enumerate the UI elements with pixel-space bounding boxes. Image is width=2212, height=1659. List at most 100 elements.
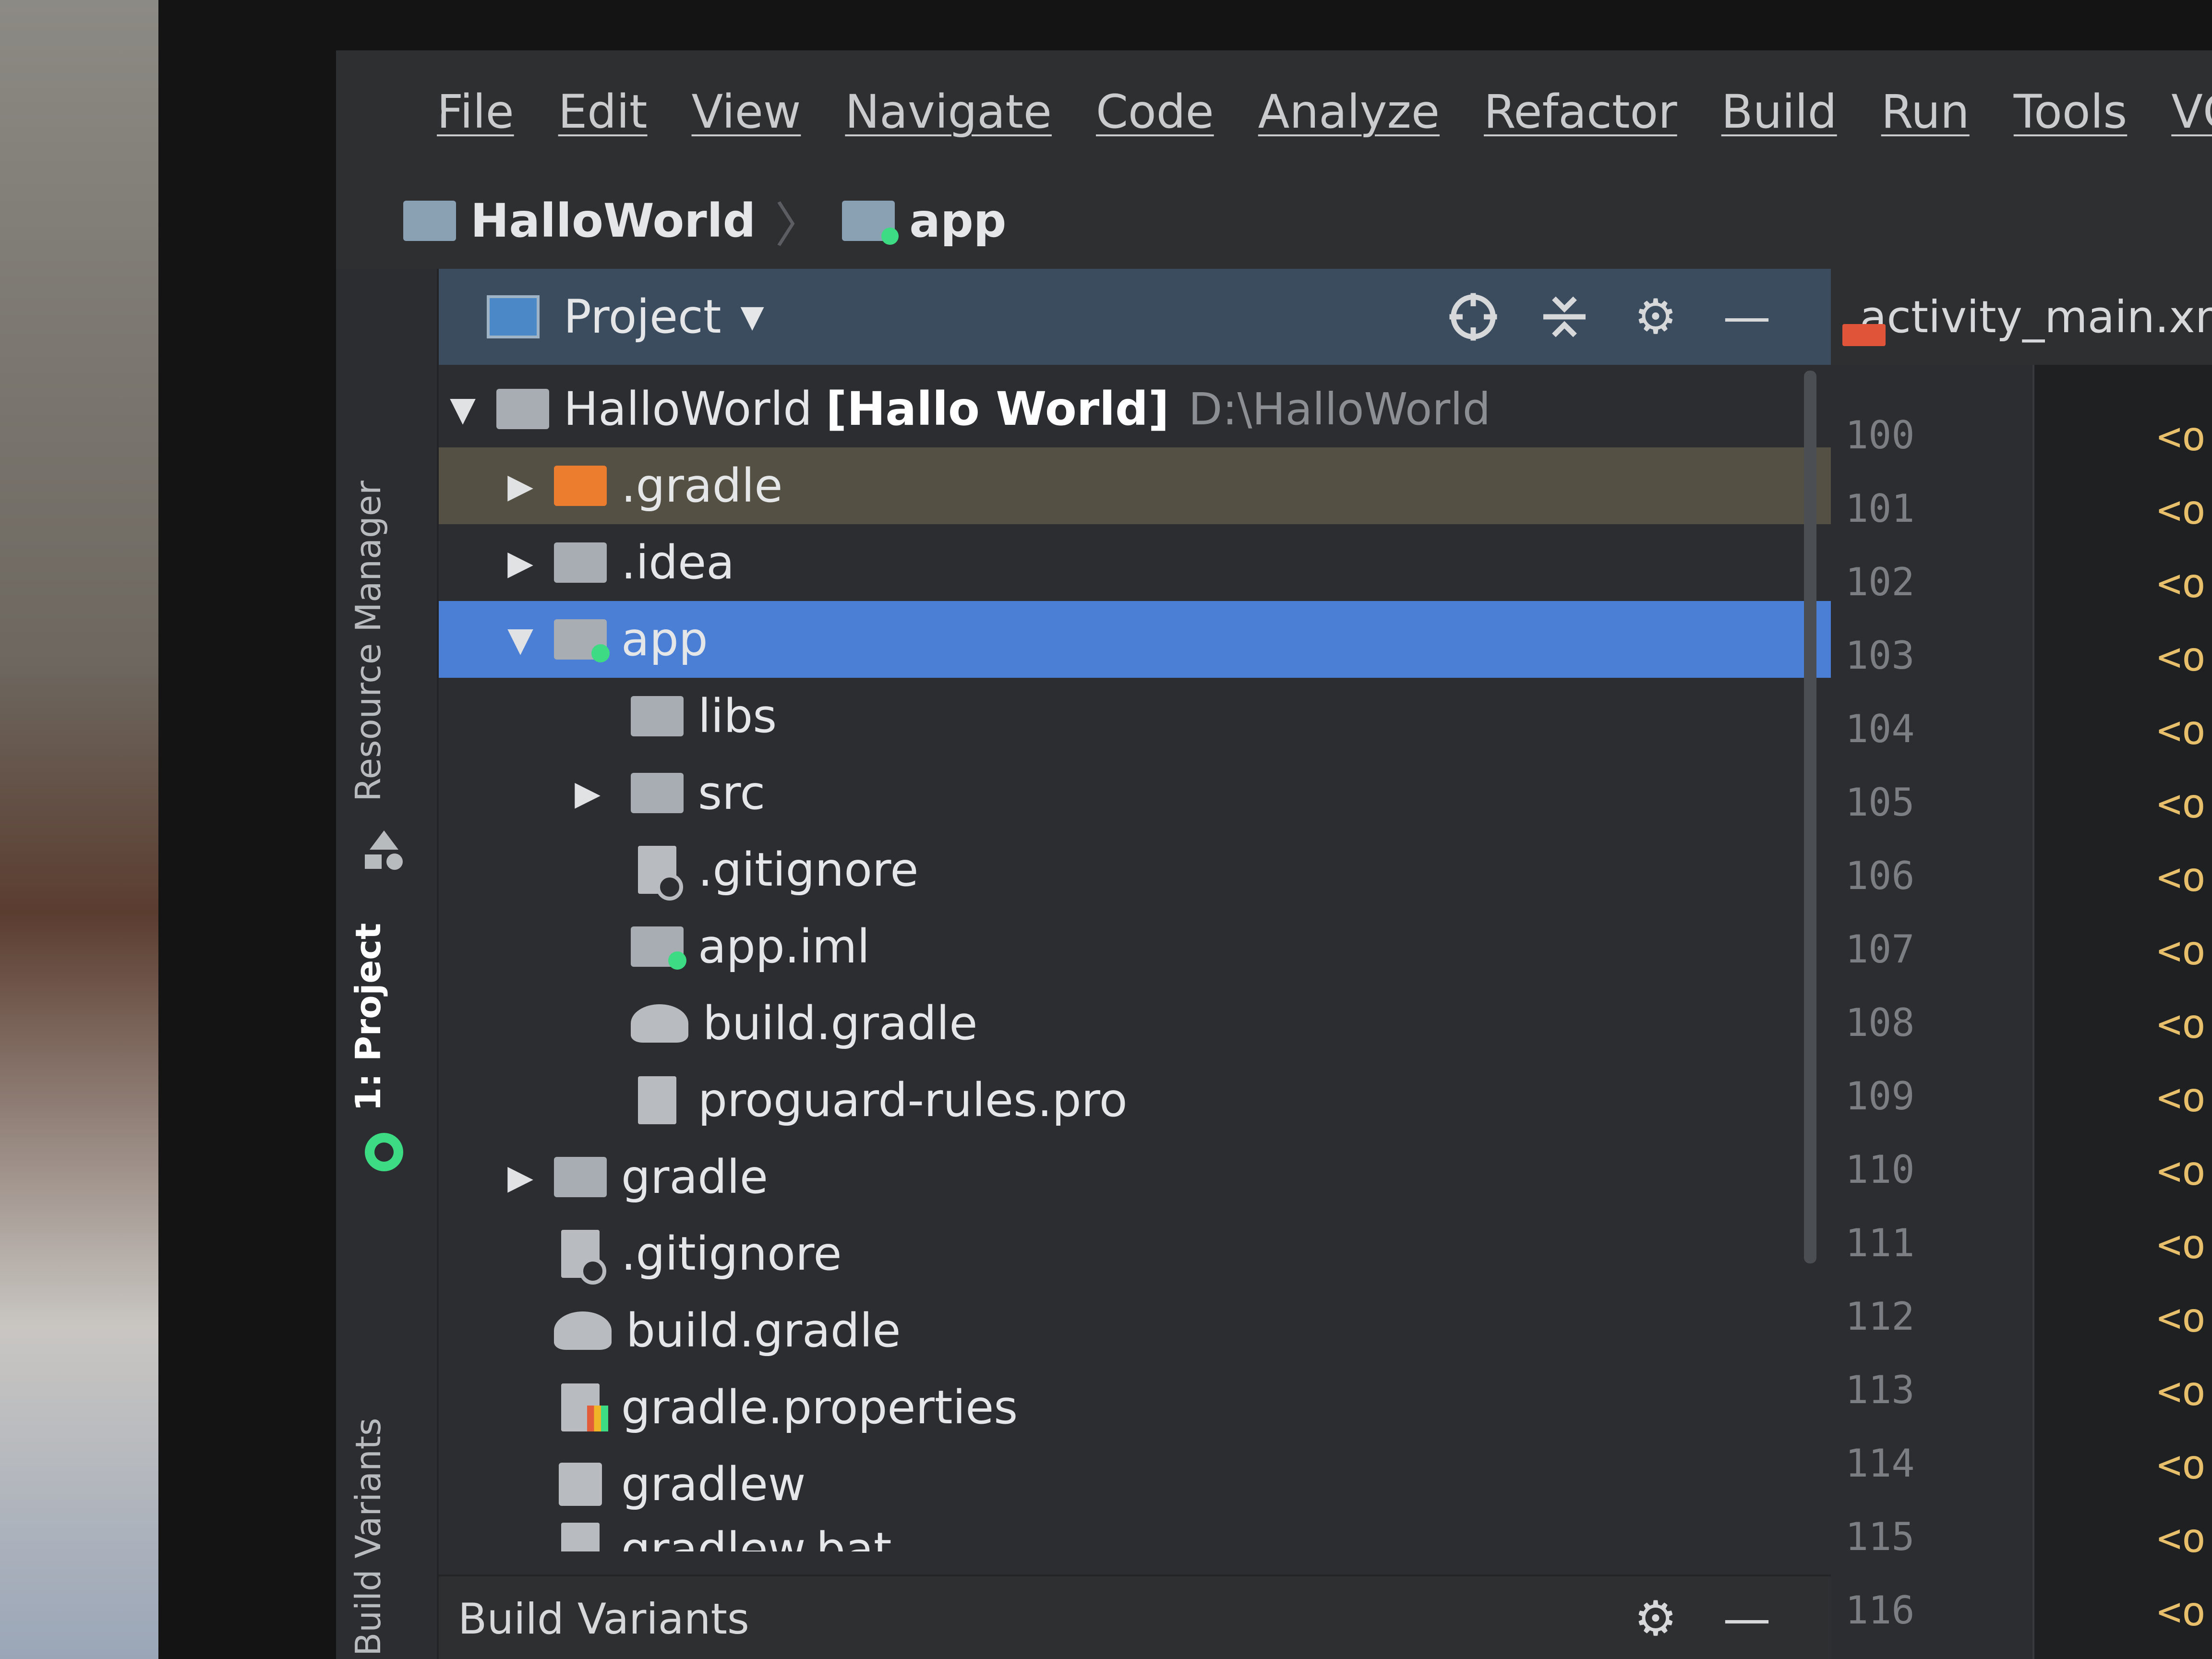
tree-row[interactable]: ▶ .gradle (439, 447, 1864, 524)
tree-row[interactable]: gradlew (439, 1446, 1917, 1523)
gitignore-file-icon (638, 846, 683, 901)
tree-row[interactable]: gradlew.bat (439, 1523, 1917, 1551)
tree-row[interactable]: .gitignore (439, 831, 1994, 908)
build-variants-actions: ⚙ — (1591, 1576, 1773, 1659)
folder-icon (554, 1157, 607, 1197)
tree-row[interactable]: app.iml (439, 908, 1994, 985)
editor-area: activity_main.xm 100 <orc 101 <orc 102 <orc 10… (1831, 269, 2212, 1659)
tree-row[interactable]: ▶ src (439, 755, 1932, 831)
project-view-selector[interactable]: Project (564, 290, 721, 344)
tree-item-label: app (621, 613, 708, 666)
code-line[interactable]: <or (2157, 1368, 2212, 1415)
code-line[interactable]: <or (2157, 927, 2212, 974)
line-number: 110 (1845, 1147, 1915, 1192)
tree-item-label: .gradle (621, 459, 783, 513)
breadcrumb-project-label: HalloWorld (470, 194, 756, 248)
tree-row[interactable]: ▶ .idea (439, 524, 1864, 601)
code-line[interactable]: <or (2157, 1221, 2212, 1268)
line-number: 111 (1845, 1221, 1915, 1265)
expand-arrow-icon[interactable]: ▶ (501, 1157, 540, 1197)
code-line[interactable]: <or (2157, 1588, 2212, 1635)
tree-row[interactable]: gradle.properties (439, 1369, 1917, 1446)
code-line[interactable]: <or (2157, 1515, 2212, 1562)
project-panel-header: Project ▼ ⚙ — (439, 269, 1831, 365)
tree-row[interactable]: proguard-rules.pro (439, 1062, 1994, 1139)
chevron-down-icon[interactable]: ▼ (740, 299, 764, 335)
editor-tab[interactable]: activity_main.xm (1831, 269, 2212, 365)
gear-icon[interactable]: ⚙ (1629, 290, 1682, 343)
line-number: 116 (1845, 1588, 1915, 1633)
tree-row[interactable]: build.gradle (439, 1292, 1917, 1369)
project-tree: ▼ HalloWorld [Hallo World] D:\HalloWorld… (439, 371, 1864, 1551)
code-line[interactable]: <orc (2157, 633, 2212, 680)
menu-vcs[interactable]: VCS (2171, 85, 2212, 139)
tree-item-label: build.gradle (626, 1304, 901, 1358)
text-file-icon (638, 1076, 676, 1124)
tree-item-label: .gitignore (621, 1227, 842, 1281)
menu-view[interactable]: View (692, 85, 801, 139)
code-line[interactable]: <or (2157, 707, 2212, 754)
tab-build-variants[interactable]: Build Variants (348, 1418, 388, 1656)
tree-row[interactable]: .gitignore (439, 1215, 1917, 1292)
code-line[interactable]: <orc (2157, 413, 2212, 460)
line-number: 105 (1845, 780, 1915, 825)
breadcrumb-project[interactable]: HalloWorld (403, 194, 756, 248)
tab-project[interactable]: 1: Project (348, 923, 388, 1111)
code-line[interactable]: <or (2157, 780, 2212, 827)
shell-script-icon (559, 1463, 602, 1506)
expand-arrow-icon[interactable]: ▶ (501, 466, 540, 505)
minimize-icon[interactable]: — (1720, 1592, 1773, 1645)
code-line[interactable]: <or (2157, 1294, 2212, 1341)
ide-window: File Edit View Navigate Code Analyze Ref… (336, 50, 2212, 1659)
expand-arrow-icon[interactable]: ▶ (568, 773, 607, 813)
tree-item-label: gradlew (621, 1457, 806, 1511)
menu-tools[interactable]: Tools (2014, 85, 2127, 139)
menu-analyze[interactable]: Analyze (1258, 85, 1440, 139)
expand-arrow-icon[interactable]: ▶ (501, 543, 540, 582)
code-line[interactable]: <or (2157, 1441, 2212, 1488)
breadcrumb-module-label: app (909, 194, 1007, 248)
tree-scrollbar[interactable] (1804, 371, 1816, 1263)
tree-item-path: D:\HalloWorld (1188, 383, 1491, 435)
tree-row[interactable]: libs (439, 678, 1994, 755)
menu-refactor[interactable]: Refactor (1484, 85, 1677, 139)
editor-tab-label: activity_main.xm (1860, 291, 2212, 343)
gear-icon[interactable]: ⚙ (1629, 1592, 1682, 1645)
menu-build[interactable]: Build (1721, 85, 1837, 139)
code-line[interactable]: <or (2157, 1000, 2212, 1047)
line-number: 113 (1845, 1368, 1915, 1412)
breadcrumb-module[interactable]: app (842, 194, 1007, 248)
properties-file-icon (561, 1383, 608, 1431)
project-folder-icon (496, 389, 549, 429)
code-line[interactable]: <orc (2157, 486, 2212, 533)
code-line[interactable]: <orc (2157, 560, 2212, 607)
tree-row[interactable]: ▶ gradle (439, 1139, 1864, 1215)
menu-file[interactable]: File (437, 85, 514, 139)
breadcrumb-separator-icon: 〉 (775, 197, 823, 253)
tree-row-selected[interactable]: ▼ app (439, 601, 1864, 678)
tree-row[interactable]: build.gradle (439, 985, 1994, 1062)
android-icon[interactable] (360, 1128, 408, 1176)
expand-arrow-icon[interactable]: ▼ (501, 620, 540, 659)
tree-item-label: app.iml (698, 920, 870, 974)
expand-arrow-icon[interactable]: ▼ (444, 389, 482, 429)
code-line[interactable]: <or (2157, 1074, 2212, 1121)
code-line[interactable]: <or (2157, 1147, 2212, 1194)
collapse-all-icon[interactable] (1538, 290, 1591, 343)
code-line[interactable]: <or (2157, 854, 2212, 901)
menu-run[interactable]: Run (1881, 85, 1970, 139)
menu-code[interactable]: Code (1096, 85, 1214, 139)
menu-edit[interactable]: Edit (558, 85, 648, 139)
panel-actions: ⚙ — (1408, 269, 1773, 365)
tree-item-label: src (698, 766, 766, 820)
menu-navigate[interactable]: Navigate (845, 85, 1052, 139)
minimize-icon[interactable]: — (1720, 290, 1773, 343)
tab-resource-manager[interactable]: Resource Manager (348, 481, 388, 802)
resource-manager-icon[interactable] (360, 826, 408, 874)
tree-item-label: gradle (621, 1150, 768, 1204)
tree-item-label: gradle.properties (621, 1381, 1018, 1434)
project-panel: Project ▼ ⚙ — ▼ HalloWorld [Hallo World]… (439, 269, 1864, 1659)
line-number: 107 (1845, 927, 1915, 972)
tree-row[interactable]: ▼ HalloWorld [Hallo World] D:\HalloWorld (439, 371, 1807, 447)
locate-file-icon[interactable] (1447, 290, 1500, 343)
